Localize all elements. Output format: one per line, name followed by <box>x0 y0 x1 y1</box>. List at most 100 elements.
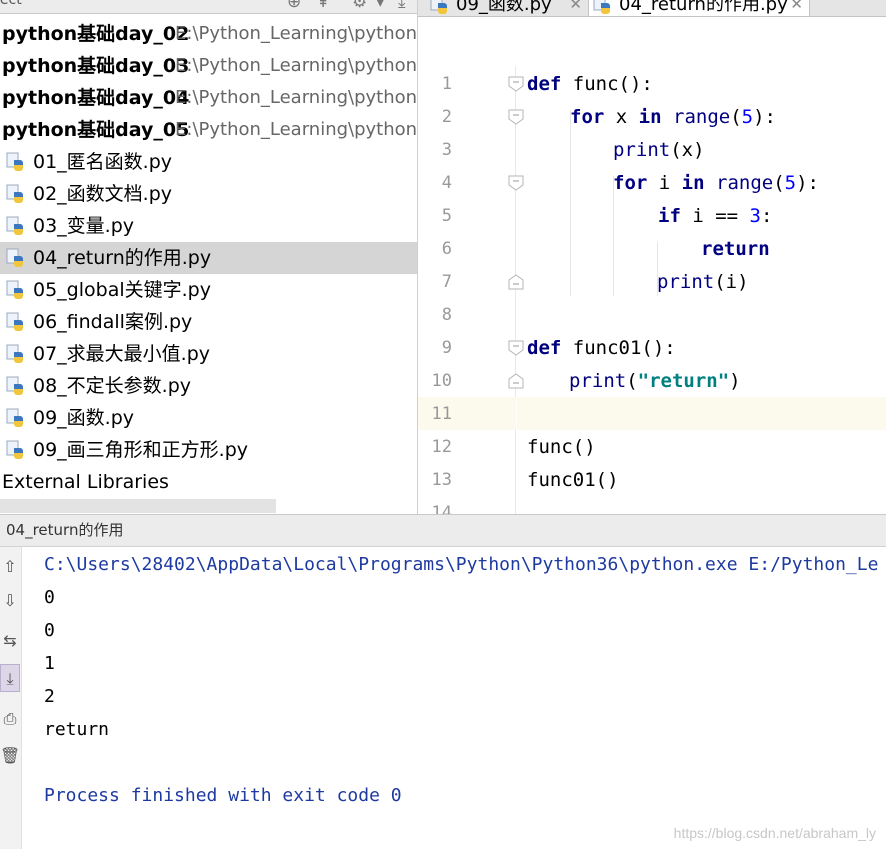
line-number: 13 <box>431 470 452 490</box>
code-line-2: for x in range(5): <box>570 106 776 128</box>
tree-file-item[interactable]: 08_不定长参数.py <box>0 370 417 402</box>
editor-tab-bar: 09_函数.py ✕ 04_return的作用.py ✕ <box>418 0 886 17</box>
python-file-icon <box>6 248 23 267</box>
line-number: 7 <box>441 272 452 292</box>
line-number: 8 <box>441 305 452 325</box>
target-icon[interactable]: ⊕ <box>287 0 301 11</box>
console-output-line: return <box>44 719 110 740</box>
line-number: 12 <box>431 437 452 457</box>
tree-file-label: 02_函数文档.py <box>33 183 173 205</box>
tree-file-label: 01_匿名函数.py <box>33 151 173 173</box>
code-line-7: print(i) <box>657 271 749 293</box>
tree-file-item[interactable]: 07_求最大最小值.py <box>0 338 417 370</box>
tree-file-item[interactable]: 09_函数.py <box>0 402 417 434</box>
console-command: C:\Users\28402\AppData\Local\Programs\Py… <box>44 554 879 575</box>
tree-file-label: 03_变量.py <box>33 215 135 237</box>
code-area[interactable]: def func(): for x in range(5): print(x) … <box>517 66 886 514</box>
console-output-line: 0 <box>44 620 55 641</box>
gear-icon[interactable]: ⚙ <box>352 0 367 11</box>
project-panel: ject ⊕ ⇞ ⚙ ▾ ⤓ python基础day_02 E:\Python_… <box>0 0 418 514</box>
code-line-13: func01() <box>527 469 619 491</box>
watermark: https://blog.csdn.net/abraham_ly <box>673 825 876 841</box>
code-line-3: print(x) <box>613 139 705 161</box>
horizontal-scrollbar[interactable] <box>0 499 276 513</box>
python-file-icon <box>6 184 23 203</box>
chevron-down-icon[interactable]: ▾ <box>376 0 385 11</box>
tree-file-label: 09_画三角形和正方形.py <box>33 439 249 461</box>
tree-folder-day02[interactable]: python基础day_02 E:\Python_Learning\python… <box>0 18 417 50</box>
tree-file-item[interactable]: 03_变量.py <box>0 210 417 242</box>
tree-file-label: 06_findall案例.py <box>33 311 193 333</box>
tab-09-functions[interactable]: 09_函数.py ✕ <box>426 0 582 16</box>
tree-file-item[interactable]: 04_return的作用.py <box>0 242 417 274</box>
tab-label: 04_return的作用.py <box>619 0 788 15</box>
line-number: 14 <box>431 503 452 514</box>
soft-wrap-icon[interactable]: ⇆ <box>0 627 20 655</box>
console-output-line: 1 <box>44 653 55 674</box>
code-line-12: func() <box>527 436 596 458</box>
print-icon[interactable]: ⎙ <box>0 705 20 733</box>
tree-file-label: 05_global关键字.py <box>33 279 211 301</box>
python-file-icon <box>593 0 610 14</box>
tree-folder-day03[interactable]: python基础day_03 E:\Python_Learning\python… <box>0 50 417 82</box>
python-file-icon <box>6 440 23 459</box>
run-panel-header: 04_return的作用 <box>0 515 886 547</box>
tree-file-item[interactable]: 02_函数文档.py <box>0 178 417 210</box>
code-line-1: def func(): <box>527 73 653 95</box>
line-number: 2 <box>441 107 452 127</box>
tree-file-item[interactable]: 09_画三角形和正方形.py <box>0 434 417 466</box>
close-icon[interactable]: ✕ <box>790 0 803 16</box>
trash-icon[interactable]: 🗑 <box>0 742 20 770</box>
tree-file-label: 04_return的作用.py <box>33 247 212 269</box>
project-panel-header: ject ⊕ ⇞ ⚙ ▾ ⤓ <box>0 0 417 14</box>
editor-gutter[interactable]: 1 2 3 4 5 6 7 8 9 10 11 12 13 14 <box>418 66 524 514</box>
hide-icon[interactable]: ⤓ <box>398 0 406 11</box>
code-line-6: return <box>701 238 770 260</box>
line-number: 10 <box>431 371 452 391</box>
python-file-icon <box>6 152 23 171</box>
collapse-icon[interactable]: ⇞ <box>316 0 330 11</box>
tab-04-return[interactable]: 04_return的作用.py ✕ <box>588 0 810 16</box>
python-file-icon <box>6 312 23 331</box>
code-line-9: def func01(): <box>527 337 676 359</box>
python-file-icon <box>430 0 447 14</box>
line-number: 5 <box>441 206 452 226</box>
console-exit-message: Process finished with exit code 0 <box>44 785 402 806</box>
python-file-icon <box>6 280 23 299</box>
code-editor: 09_函数.py ✕ 04_return的作用.py ✕ 1 2 3 4 5 6 7 8 9 10… <box>418 0 886 514</box>
code-line-4: for i in range(5): <box>613 172 819 194</box>
tree-file-label: 07_求最大最小值.py <box>33 343 211 365</box>
indent-guide <box>570 110 571 296</box>
tree-file-item[interactable]: 05_global关键字.py <box>0 274 417 306</box>
line-number: 3 <box>441 140 452 160</box>
line-number: 6 <box>441 239 452 259</box>
tab-label: 09_函数.py <box>456 0 552 15</box>
close-icon[interactable]: ✕ <box>569 0 582 16</box>
run-panel: 04_return的作用 ⇧ ⇩ ⇆ ⤓ ⎙ 🗑 C:\Users\28402\… <box>0 514 886 849</box>
code-line-5: if i == 3: <box>658 205 773 227</box>
line-number: 1 <box>441 74 452 94</box>
tree-folder-day05[interactable]: python基础day_05 E:\Python_Learning\python… <box>0 114 417 146</box>
scroll-to-end-icon[interactable]: ⤓ <box>0 664 20 692</box>
project-panel-title: ject <box>0 0 22 8</box>
line-number: 4 <box>441 173 452 193</box>
python-file-icon <box>6 408 23 427</box>
run-config-title: 04_return的作用 <box>6 521 124 539</box>
run-toolbar: ⇧ ⇩ ⇆ ⤓ ⎙ 🗑 <box>0 547 22 849</box>
tree-file-item[interactable]: 06_findall案例.py <box>0 306 417 338</box>
up-arrow-icon[interactable]: ⇧ <box>0 553 20 581</box>
tree-external-libraries[interactable]: External Libraries <box>0 466 417 498</box>
console-output-line: 2 <box>44 686 55 707</box>
current-line-highlight <box>517 397 886 430</box>
tree-file-label: 09_函数.py <box>33 407 135 429</box>
down-arrow-icon[interactable]: ⇩ <box>0 587 20 615</box>
line-number: 11 <box>431 404 452 424</box>
tree-folder-day04[interactable]: python基础day_04 E:\Python_Learning\python… <box>0 82 417 114</box>
code-line-10: print("return") <box>569 370 741 392</box>
tree-file-label: 08_不定长参数.py <box>33 375 192 397</box>
tree-file-item[interactable]: 01_匿名函数.py <box>0 146 417 178</box>
line-number: 9 <box>441 338 452 358</box>
console-output-line: 0 <box>44 587 55 608</box>
python-file-icon <box>6 344 23 363</box>
python-file-icon <box>6 376 23 395</box>
